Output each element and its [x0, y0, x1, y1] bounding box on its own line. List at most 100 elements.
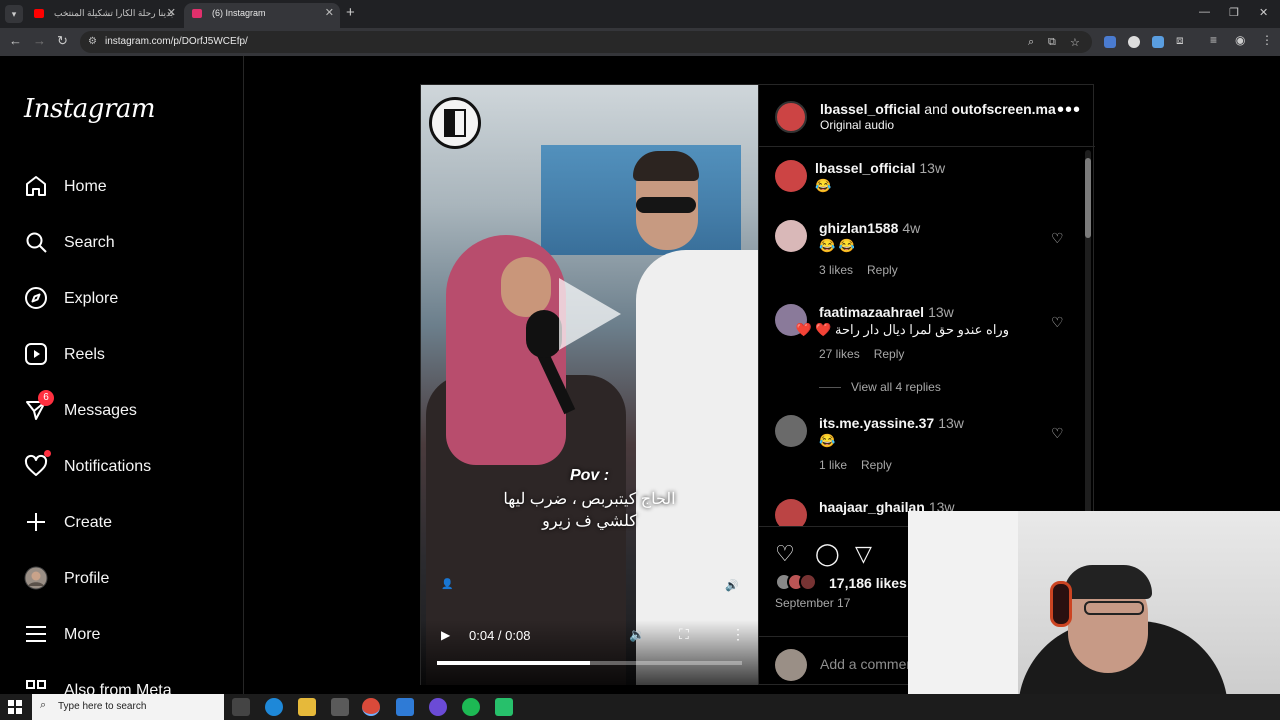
nav-create[interactable]: Create	[24, 504, 224, 544]
avatar[interactable]	[775, 220, 807, 252]
instagram-logo[interactable]: Instagram	[24, 94, 156, 124]
zoom-icon[interactable]: ⌕	[1028, 36, 1034, 49]
translate-extension-icon[interactable]	[1104, 36, 1116, 48]
author-link[interactable]: lbassel_official	[820, 101, 920, 117]
app-icon[interactable]	[429, 698, 447, 716]
nav-also-from-meta[interactable]: Also from Meta	[24, 672, 224, 694]
restore-icon[interactable]: ❐	[1229, 6, 1239, 19]
like-comment-icon[interactable]: ♡	[1051, 425, 1064, 442]
install-icon[interactable]: ⧉	[1048, 36, 1056, 49]
volume-icon[interactable]: 🔉	[629, 627, 645, 643]
author-avatar[interactable]	[775, 101, 807, 133]
nav-profile[interactable]: Profile	[24, 560, 224, 600]
minimize-icon[interactable]: —	[1199, 6, 1210, 18]
site-info-icon[interactable]: ⚙	[88, 36, 97, 47]
spotify-icon[interactable]	[462, 698, 480, 716]
profile-icon[interactable]: ◉	[1235, 33, 1245, 47]
store-icon[interactable]	[331, 698, 349, 716]
close-tab-icon[interactable]: ✕	[325, 3, 334, 24]
share-icon[interactable]: ▽	[855, 541, 872, 567]
avatar[interactable]	[775, 415, 807, 447]
comment-user[interactable]: faatimazaahrael 13w	[819, 304, 954, 320]
headset	[1050, 581, 1072, 627]
reading-list-icon[interactable]: ≡	[1210, 33, 1217, 47]
and-text: and	[924, 101, 948, 117]
close-tab-icon[interactable]: ✕	[167, 3, 176, 24]
chrome-icon[interactable]	[362, 698, 380, 716]
reply-button[interactable]: Reply	[861, 458, 892, 472]
tab-search-button[interactable]: ▾	[5, 5, 23, 23]
audio-link[interactable]: Original audio	[820, 118, 894, 132]
more-options-icon[interactable]: •••	[1057, 99, 1081, 122]
video-frame-figure	[633, 151, 699, 181]
taskbar-search[interactable]: ⌕ Type here to search	[32, 694, 224, 720]
play-overlay-icon[interactable]	[559, 278, 621, 350]
menu-icon	[26, 626, 46, 642]
fullscreen-icon[interactable]: ⛶	[679, 626, 689, 643]
compass-icon	[25, 287, 47, 309]
tab-youtube[interactable]: بدينا رحلة الكارا تشكيلة المنتخب ✕	[26, 3, 182, 28]
tab-instagram[interactable]: (6) Instagram ✕	[184, 3, 340, 28]
comments-scrollbar-thumb[interactable]	[1085, 158, 1091, 238]
play-icon[interactable]: ▶	[441, 628, 450, 642]
bookmark-star-icon[interactable]: ☆	[1070, 36, 1080, 49]
nav-home[interactable]: Home	[24, 168, 224, 208]
windows-taskbar: ⌕ Type here to search	[0, 694, 1280, 720]
post-date: September 17	[775, 596, 851, 610]
nav-reels[interactable]: Reels	[24, 336, 224, 376]
comment-user[interactable]: lbassel_official 13w	[815, 160, 945, 176]
video-progress-bar[interactable]	[437, 661, 742, 665]
coauthor-link[interactable]: outofscreen.ma	[952, 101, 1056, 117]
plus-icon	[27, 513, 45, 531]
nav-label: Also from Meta	[64, 682, 172, 694]
app-icon[interactable]	[396, 698, 414, 716]
nav-notifications[interactable]: Notifications	[24, 448, 224, 488]
reel-video[interactable]: Pov : الحاج كيتبربص ، ضرب ليها كلشي ف زي…	[421, 85, 758, 685]
microphone	[526, 310, 562, 358]
video-more-icon[interactable]: ⋮	[731, 626, 745, 643]
reply-button[interactable]: Reply	[867, 263, 898, 277]
edge-icon[interactable]	[265, 698, 283, 716]
like-comment-icon[interactable]: ♡	[1051, 230, 1064, 247]
webcam-figure	[1084, 601, 1144, 615]
likes-count[interactable]: 17,186 likes	[829, 575, 907, 591]
close-window-icon[interactable]: ✕	[1259, 6, 1268, 19]
avatar[interactable]	[775, 160, 807, 192]
comments-list[interactable]: lbassel_official 13w 😂 ghizlan1588 4w 😂 😂 …	[759, 148, 1095, 526]
comment-likes[interactable]: 27 likes	[819, 347, 860, 361]
like-icon[interactable]: ♡	[775, 541, 795, 567]
nav-search[interactable]: Search	[24, 224, 224, 264]
reply-button[interactable]: Reply	[874, 347, 905, 361]
reload-icon[interactable]: ↻	[57, 33, 68, 49]
sound-icon[interactable]: 🔊	[725, 579, 739, 592]
forward-icon[interactable]: →	[33, 33, 46, 48]
like-comment-icon[interactable]: ♡	[1051, 314, 1064, 331]
task-view-icon[interactable]	[232, 698, 250, 716]
comment-user[interactable]: ghizlan1588 4w	[819, 220, 920, 236]
extension-icon[interactable]	[1152, 36, 1164, 48]
nav-messages[interactable]: 6 Messages	[24, 390, 224, 432]
tagged-people-icon[interactable]: 👤	[441, 579, 453, 590]
chrome-menu-icon[interactable]: ⋮	[1261, 33, 1273, 47]
extension-icon[interactable]	[1128, 36, 1140, 48]
tab-title: بدينا رحلة الكارا تشكيلة المنتخب	[54, 8, 174, 18]
comment-icon[interactable]: ◯	[815, 541, 840, 567]
view-replies-button[interactable]: View all 4 replies	[819, 380, 941, 394]
youtube-icon	[34, 9, 44, 18]
nav-more[interactable]: More	[24, 616, 224, 656]
puzzle-extensions-icon[interactable]: ⧈	[1176, 33, 1184, 48]
new-tab-button[interactable]: +	[346, 4, 355, 21]
comment-likes[interactable]: 1 like	[819, 458, 847, 472]
post-header: lbassel_official and outofscreen.ma Orig…	[759, 85, 1095, 147]
heart-icon	[24, 454, 48, 476]
app-icon[interactable]	[495, 698, 513, 716]
address-bar[interactable]: ⚙ instagram.com/p/DOrfJ5WCEfp/ ⌕ ⧉ ☆	[80, 31, 1092, 53]
avatar[interactable]	[775, 499, 807, 526]
comment-likes[interactable]: 3 likes	[819, 263, 853, 277]
file-explorer-icon[interactable]	[298, 698, 316, 716]
back-icon[interactable]: ←	[9, 33, 22, 48]
windows-start-icon[interactable]	[8, 700, 22, 714]
comment-user[interactable]: its.me.yassine.37 13w	[819, 415, 964, 431]
nav-explore[interactable]: Explore	[24, 280, 224, 320]
nav-label: Reels	[64, 346, 105, 363]
